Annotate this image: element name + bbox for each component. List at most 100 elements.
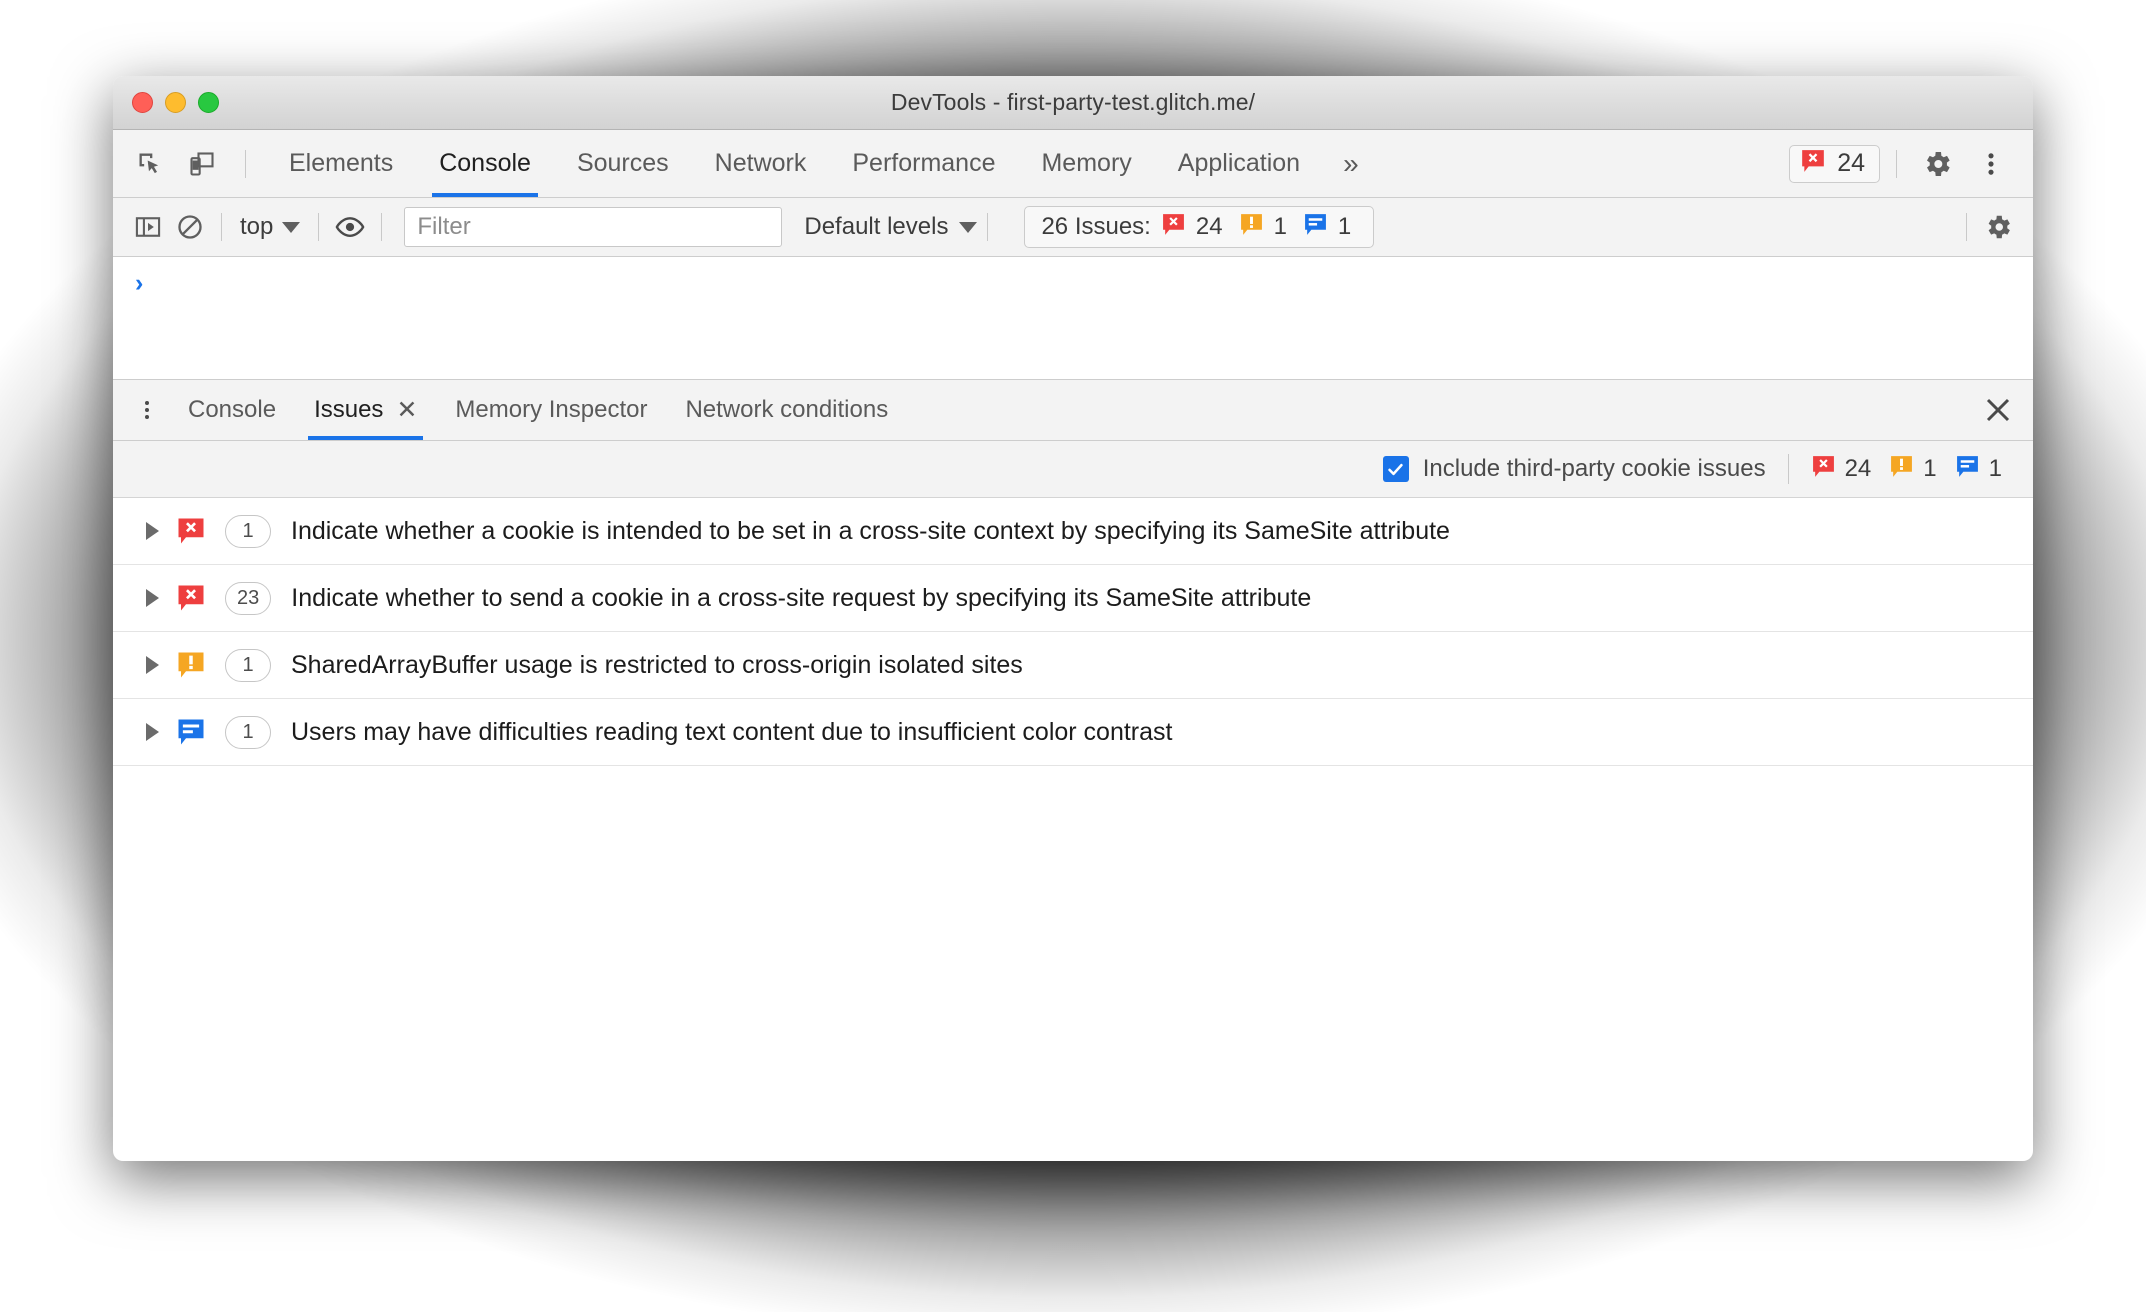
tab-label: Sources xyxy=(576,149,669,177)
zoom-window-button[interactable] xyxy=(198,92,219,113)
tab-console[interactable]: Console xyxy=(416,130,554,197)
issue-row[interactable]: 23 Indicate whether to send a cookie in … xyxy=(113,565,2033,632)
screenshot-canvas: DevTools - first-party-test.glitch.me/ E… xyxy=(0,0,2146,1312)
issues-options-bar: Include third-party cookie issues 24 1 1 xyxy=(113,441,2033,498)
issues-info-count: 1 xyxy=(1337,213,1352,240)
error-bubble-icon xyxy=(1161,212,1186,242)
gear-icon[interactable] xyxy=(1913,140,1961,188)
tab-label: Application xyxy=(1177,149,1301,177)
issue-count-badge: 1 xyxy=(225,514,271,548)
expand-triangle-icon[interactable] xyxy=(137,723,167,741)
traffic-lights xyxy=(132,76,219,129)
tab-label: Performance xyxy=(852,149,996,177)
tab-performance[interactable]: Performance xyxy=(829,130,1018,197)
issues-warning-count: 1 xyxy=(1273,213,1287,240)
info-bubble-icon xyxy=(1303,212,1328,242)
toolbar-divider xyxy=(1966,213,1967,241)
close-drawer-icon[interactable] xyxy=(1963,380,2033,440)
log-levels-selector[interactable]: Default levels xyxy=(804,213,978,241)
tab-label: Memory xyxy=(1041,149,1132,177)
toolbar-divider xyxy=(987,213,989,241)
close-window-button[interactable] xyxy=(132,92,153,113)
close-tab-icon[interactable]: ✕ xyxy=(396,397,417,423)
kebab-menu-icon[interactable] xyxy=(1967,140,2015,188)
device-toolbar-icon[interactable] xyxy=(179,141,225,187)
panel-tabs: Elements Console Sources Network Perform… xyxy=(266,130,1379,197)
error-bubble-icon xyxy=(167,583,215,613)
info-bubble-icon xyxy=(167,717,215,747)
levels-label: Default levels xyxy=(804,213,949,240)
drawer-tab-label: Console xyxy=(188,396,277,423)
console-output-area[interactable]: › xyxy=(113,257,2033,380)
tab-label: Console xyxy=(439,149,531,177)
filter-placeholder: Filter xyxy=(417,213,471,240)
clear-console-icon[interactable] xyxy=(169,206,211,248)
drawer-tab-label: Issues xyxy=(314,396,384,423)
toolbar-divider xyxy=(318,213,320,241)
tab-sources[interactable]: Sources xyxy=(554,130,692,197)
drawer-tab-issues[interactable]: Issues ✕ xyxy=(295,380,436,440)
console-prompt-icon: › xyxy=(135,269,144,297)
gear-icon[interactable] xyxy=(1977,206,2019,248)
filter-input[interactable]: Filter xyxy=(404,207,783,247)
toolbar-divider xyxy=(381,213,383,241)
drawer-tab-memory-inspector[interactable]: Memory Inspector xyxy=(436,380,666,440)
checkbox-label: Include third-party cookie issues xyxy=(1422,455,1766,482)
console-sidebar-icon[interactable] xyxy=(127,206,169,248)
toolbar-divider xyxy=(221,213,222,241)
expand-triangle-icon[interactable] xyxy=(137,589,167,607)
issue-severity-counts: 24 1 1 xyxy=(1811,454,2011,484)
tab-label: Elements xyxy=(289,149,394,177)
drawer-tab-console[interactable]: Console xyxy=(169,380,295,440)
warning-bubble-icon xyxy=(1239,212,1264,242)
execution-context-selector[interactable]: top xyxy=(232,213,308,241)
filterbar-right-controls xyxy=(1956,206,2019,248)
issue-row[interactable]: 1 SharedArrayBuffer usage is restricted … xyxy=(113,632,2033,699)
inspect-cursor-icon[interactable] xyxy=(127,141,173,187)
drawer-tabbar: Console Issues ✕ Memory Inspector Networ… xyxy=(113,380,2033,441)
issues-summary-button[interactable]: 26 Issues: 24 1 1 xyxy=(1024,206,1375,248)
drawer-tab-network-conditions[interactable]: Network conditions xyxy=(666,380,907,440)
error-bubble-icon xyxy=(1800,148,1826,179)
expand-triangle-icon[interactable] xyxy=(137,656,167,674)
issue-count-badge: 1 xyxy=(225,648,271,682)
tab-application[interactable]: Application xyxy=(1155,130,1323,197)
toolbar-divider xyxy=(245,149,246,178)
issue-row[interactable]: 1 Indicate whether a cookie is intended … xyxy=(113,498,2033,565)
issue-title: Indicate whether to send a cookie in a c… xyxy=(291,583,1312,612)
issue-row[interactable]: 1 Users may have difficulties reading te… xyxy=(113,699,2033,766)
window-titlebar: DevTools - first-party-test.glitch.me/ xyxy=(113,76,2033,130)
issue-count-badge: 1 xyxy=(225,715,271,749)
third-party-cookie-checkbox[interactable]: Include third-party cookie issues xyxy=(1382,455,1766,483)
chevron-down-icon xyxy=(282,221,301,233)
tabbar-right-controls: 24 xyxy=(1789,130,2033,197)
issues-empty-space xyxy=(113,766,2033,1136)
minimize-window-button[interactable] xyxy=(165,92,186,113)
issue-title: Indicate whether a cookie is intended to… xyxy=(291,516,1450,545)
issues-summary-label: 26 Issues: xyxy=(1041,213,1151,240)
info-count-value: 1 xyxy=(1988,455,2002,482)
issue-count-badge: 23 xyxy=(225,581,272,615)
error-bubble-icon xyxy=(1811,454,1836,484)
context-label: top xyxy=(240,213,274,240)
drawer-tab-label: Network conditions xyxy=(685,396,889,423)
devtools-window: DevTools - first-party-test.glitch.me/ E… xyxy=(113,76,2033,1161)
error-count-badge[interactable]: 24 xyxy=(1789,144,1880,183)
tab-memory[interactable]: Memory xyxy=(1018,130,1154,197)
expand-triangle-icon[interactable] xyxy=(137,522,167,540)
tab-network[interactable]: Network xyxy=(692,130,830,197)
tab-elements[interactable]: Elements xyxy=(266,130,416,197)
options-divider xyxy=(1787,454,1789,484)
issue-title: SharedArrayBuffer usage is restricted to… xyxy=(291,650,1023,679)
warning-bubble-icon xyxy=(167,650,215,680)
window-title: DevTools - first-party-test.glitch.me/ xyxy=(890,89,1256,115)
main-tabbar: Elements Console Sources Network Perform… xyxy=(113,130,2033,198)
kebab-menu-icon[interactable] xyxy=(125,380,169,440)
error-count-value: 24 xyxy=(1844,455,1872,482)
issues-error-count: 24 xyxy=(1195,213,1223,240)
chevron-down-icon xyxy=(959,221,978,233)
live-expression-eye-icon[interactable] xyxy=(329,206,371,248)
more-tabs-icon[interactable]: » xyxy=(1323,130,1379,197)
checkbox-checked-icon[interactable] xyxy=(1382,456,1409,482)
inspector-tools xyxy=(127,130,235,197)
